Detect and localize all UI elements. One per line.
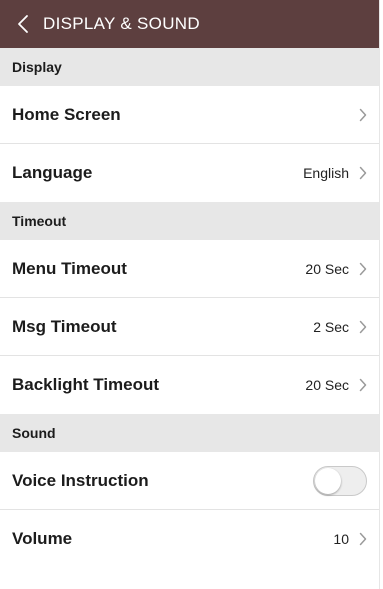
language-label: Language <box>12 163 93 182</box>
language-right: English <box>303 165 367 181</box>
msg-timeout-label: Msg Timeout <box>12 316 117 336</box>
chevron-right-icon <box>359 262 367 276</box>
voice-instruction-label: Voice Instruction <box>12 470 149 490</box>
backlight-timeout-right: 20 Sec <box>305 377 367 393</box>
back-button[interactable] <box>0 0 46 48</box>
volume-value: 10 <box>333 531 349 547</box>
volume-label: Volume <box>12 529 73 548</box>
menu-timeout-value: 20 Sec <box>305 260 349 277</box>
menu-timeout-label: Menu Timeout <box>12 258 127 278</box>
chevron-left-icon <box>17 14 29 34</box>
toggle-knob <box>315 467 341 494</box>
language-value: English <box>303 165 349 181</box>
header-bar: DISPLAY & SOUND <box>0 0 379 48</box>
voice-instruction-row: Voice Instruction <box>0 452 379 510</box>
chevron-right-icon <box>359 378 367 392</box>
backlight-timeout-label: Backlight Timeout <box>12 375 160 394</box>
msg-timeout-row[interactable]: Msg Timeout 2 Sec <box>0 298 379 356</box>
home-screen-right <box>359 108 367 122</box>
language-row[interactable]: Language English <box>0 144 379 202</box>
voice-instruction-right <box>313 465 367 496</box>
chevron-right-icon <box>359 108 367 122</box>
volume-right: 10 <box>333 531 367 547</box>
menu-timeout-row[interactable]: Menu Timeout 20 Sec <box>0 240 379 298</box>
volume-row[interactable]: Volume 10 <box>0 510 379 568</box>
page-title: DISPLAY & SOUND <box>43 14 200 33</box>
voice-instruction-toggle[interactable] <box>313 465 367 496</box>
backlight-timeout-row[interactable]: Backlight Timeout 20 Sec <box>0 356 379 414</box>
chevron-right-icon <box>359 532 367 546</box>
chevron-right-icon <box>359 320 367 334</box>
display-sound-screen: DISPLAY & SOUND Display Home Screen Lang… <box>0 0 380 589</box>
menu-timeout-right: 20 Sec <box>305 261 367 277</box>
msg-timeout-value: 2 Sec <box>313 318 349 335</box>
home-screen-row[interactable]: Home Screen <box>0 86 379 144</box>
section-header-display: Display <box>0 48 379 86</box>
chevron-right-icon <box>359 166 367 180</box>
section-header-timeout: Timeout <box>0 202 379 240</box>
section-header-sound: Sound <box>0 414 379 452</box>
msg-timeout-right: 2 Sec <box>313 319 367 335</box>
backlight-timeout-value: 20 Sec <box>305 377 349 393</box>
home-screen-label: Home Screen <box>12 104 121 124</box>
